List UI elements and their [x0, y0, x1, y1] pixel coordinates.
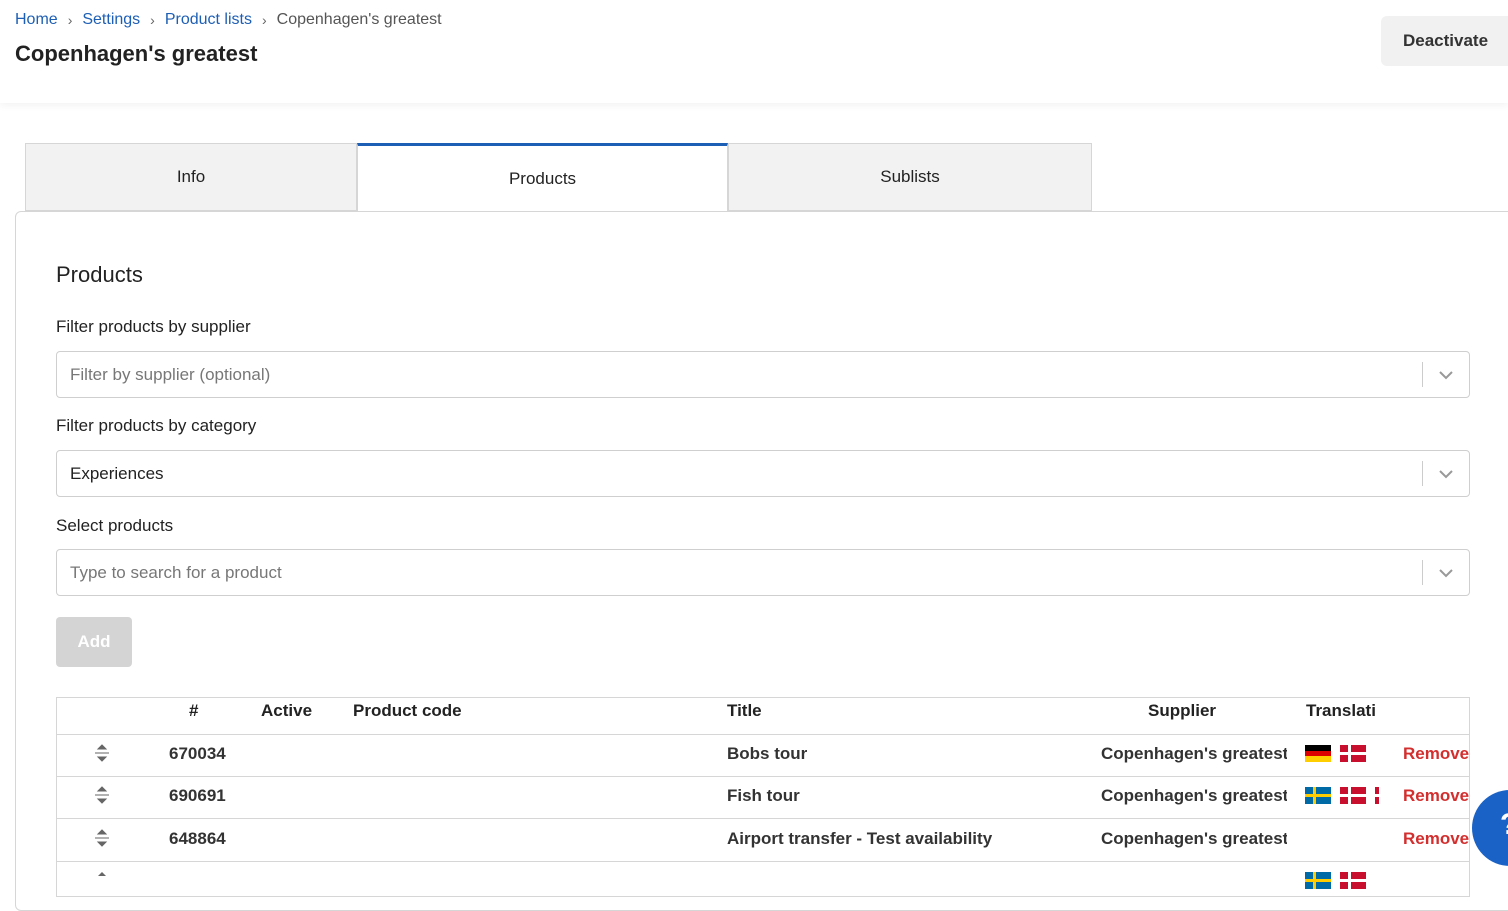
column-header-supplier: Supplier [1148, 701, 1217, 720]
remove-link[interactable]: Remove [1403, 786, 1469, 806]
chevron-down-icon[interactable] [1437, 465, 1455, 483]
select-divider [1422, 362, 1423, 387]
row-divider [57, 776, 1469, 777]
breadcrumb-product-lists[interactable]: Product lists [165, 11, 252, 29]
danish-flag-icon [1340, 872, 1366, 889]
row-id: 648864 [169, 829, 226, 848]
tab-products[interactable]: Products [357, 143, 728, 211]
row-title: Bobs tour [727, 744, 808, 763]
column-header-product-code: Product code [353, 701, 462, 720]
remove-link[interactable]: Remove [1403, 829, 1469, 849]
table-divider [57, 734, 1469, 735]
add-button[interactable]: Add [56, 617, 132, 667]
remove-link[interactable]: Remove [1403, 744, 1469, 764]
swedish-flag-icon [1305, 787, 1331, 804]
chevron-down-icon[interactable] [1437, 366, 1455, 384]
danish-flag-icon [1375, 787, 1379, 804]
row-supplier: Copenhagen's greatest [1101, 744, 1287, 763]
row-title: Fish tour [727, 786, 800, 805]
column-header-translations: Translati [1306, 701, 1376, 720]
chevron-right-icon: › [261, 12, 267, 28]
danish-flag-icon [1340, 787, 1366, 804]
product-search-select[interactable]: Type to search for a product [56, 549, 1470, 596]
breadcrumb-current: Copenhagen's greatest [276, 11, 442, 28]
product-search-placeholder: Type to search for a product [70, 562, 282, 582]
row-supplier: Copenhagen's greatest [1101, 786, 1287, 805]
section-title: Products [56, 262, 143, 287]
supplier-filter-label: Filter products by supplier [56, 317, 251, 336]
breadcrumb-home[interactable]: Home [15, 11, 58, 29]
row-divider [57, 818, 1469, 819]
breadcrumb: Home › Settings › Product lists › Copenh… [15, 11, 442, 29]
tab-bar: Info Products Sublists [25, 143, 1092, 211]
page-title: Copenhagen's greatest [15, 41, 258, 66]
column-header-id: # [189, 701, 199, 720]
select-divider [1422, 461, 1423, 486]
row-divider [57, 861, 1469, 862]
chevron-right-icon: › [150, 12, 155, 28]
help-icon: ? [1500, 808, 1508, 842]
column-header-active: Active [261, 701, 313, 720]
drag-handle-icon[interactable] [94, 829, 110, 847]
tab-sublists[interactable]: Sublists [728, 143, 1092, 211]
select-divider [1422, 560, 1423, 585]
category-filter-label: Filter products by category [56, 416, 257, 435]
deactivate-button[interactable]: Deactivate [1381, 16, 1508, 66]
category-filter-value: Experiences [70, 463, 164, 483]
row-id: 690691 [169, 786, 226, 805]
chevron-right-icon: › [67, 12, 73, 28]
german-flag-icon [1305, 745, 1331, 762]
row-title: Airport transfer - Test availability [727, 829, 993, 848]
drag-handle-icon[interactable] [94, 871, 110, 889]
danish-flag-icon [1340, 745, 1366, 762]
column-header-title: Title [727, 701, 762, 720]
swedish-flag-icon [1305, 872, 1331, 889]
drag-handle-icon[interactable] [94, 744, 110, 762]
products-table: # Active Product code Title Supplier Tra… [56, 697, 1470, 897]
drag-handle-icon[interactable] [94, 786, 110, 804]
select-products-label: Select products [56, 516, 174, 535]
chevron-down-icon[interactable] [1437, 564, 1455, 582]
page-header: Home › Settings › Product lists › Copenh… [0, 0, 1508, 103]
supplier-filter-placeholder: Filter by supplier (optional) [70, 364, 271, 384]
row-supplier: Copenhagen's greatest [1101, 829, 1287, 848]
row-id: 670034 [169, 744, 226, 763]
supplier-filter-select[interactable]: Filter by supplier (optional) [56, 351, 1470, 398]
tab-info[interactable]: Info [25, 143, 357, 211]
breadcrumb-settings[interactable]: Settings [82, 11, 140, 29]
category-filter-select[interactable]: Experiences [56, 450, 1470, 497]
